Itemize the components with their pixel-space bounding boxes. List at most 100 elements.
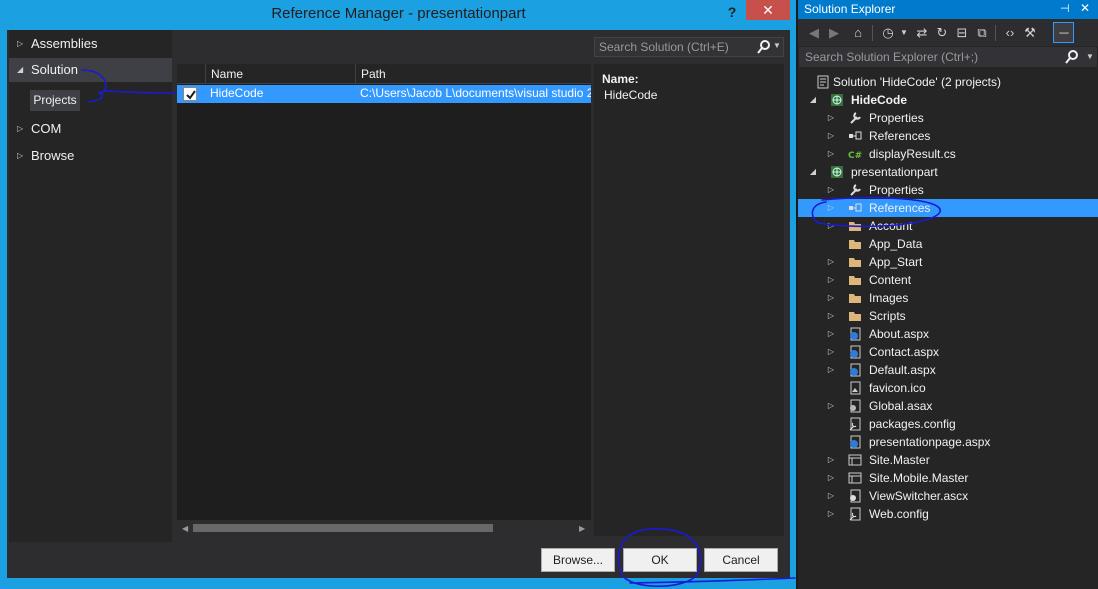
expand-arrow-icon[interactable]: ▷ — [826, 325, 836, 343]
tree-item[interactable]: ▷ Properties — [798, 181, 1098, 199]
tree-item[interactable]: Solution 'HideCode' (2 projects) — [798, 73, 1098, 91]
collapse-arrow-icon[interactable]: ◢ — [808, 163, 818, 181]
wrench-icon — [850, 112, 861, 124]
collapse-arrow-icon[interactable]: ◢ — [17, 58, 23, 82]
table-row[interactable]: HideCode C:\Users\Jacob L\documents\visu… — [177, 85, 591, 103]
expand-arrow-icon[interactable]: ▷ — [826, 361, 836, 379]
forward-icon[interactable]: ▶ — [826, 25, 842, 41]
browse-button[interactable]: Browse... — [541, 548, 615, 572]
tree-item-label: presentationpart — [851, 165, 938, 179]
name-column-header[interactable]: Name — [205, 64, 355, 84]
tree-item[interactable]: ◢ HideCode — [798, 91, 1098, 109]
tree-item[interactable]: ▷ Site.Master — [798, 451, 1098, 469]
tree-item[interactable]: ▷ Scripts — [798, 307, 1098, 325]
search-placeholder: Search Solution Explorer (Ctrl+;) — [805, 50, 979, 64]
tree-item[interactable]: ▷ Content — [798, 271, 1098, 289]
tree-item-label: Properties — [869, 111, 924, 125]
path-column-header[interactable]: Path — [355, 64, 591, 84]
expand-arrow-icon[interactable]: ▷ — [826, 289, 836, 307]
search-solution-input[interactable]: Search Solution (Ctrl+E) ▼ — [594, 37, 784, 57]
tree-item[interactable]: packages.config — [798, 415, 1098, 433]
tree-item[interactable]: presentationpage.aspx — [798, 433, 1098, 451]
search-icon[interactable] — [757, 39, 771, 55]
wrench-properties-icon[interactable]: ⚒ — [1022, 25, 1038, 41]
dialog-titlebar[interactable]: Reference Manager - presentationpart ? ✕ — [1, 0, 796, 30]
home-icon[interactable]: ⌂ — [850, 25, 866, 41]
tree-item[interactable]: ▷ Images — [798, 289, 1098, 307]
checkbox-column-header[interactable] — [177, 64, 205, 84]
nav-item-browse[interactable]: ▷ Browse — [9, 144, 172, 168]
help-button[interactable]: ? — [723, 4, 741, 24]
tree-item[interactable]: ▷ Contact.aspx — [798, 343, 1098, 361]
tree-item[interactable]: ▷ About.aspx — [798, 325, 1098, 343]
pin-icon[interactable]: ⊣ — [1060, 2, 1070, 15]
cancel-button[interactable]: Cancel — [704, 548, 778, 572]
expand-arrow-icon[interactable]: ▷ — [826, 343, 836, 361]
expand-arrow-icon[interactable]: ▷ — [826, 469, 836, 487]
search-icon[interactable] — [1065, 49, 1079, 65]
tree-item[interactable]: ▷ C# displayResult.cs — [798, 145, 1098, 163]
show-all-files-icon[interactable]: ⧉ — [974, 25, 990, 41]
tree-item[interactable]: ▷ ViewSwitcher.ascx — [798, 487, 1098, 505]
nav-item-solution[interactable]: ◢ Solution — [9, 58, 172, 82]
solution-explorer-titlebar[interactable]: Solution Explorer ⊣ ✕ — [798, 0, 1098, 19]
reference-checkbox[interactable] — [183, 87, 197, 101]
solution-explorer-search-input[interactable]: Search Solution Explorer (Ctrl+;) ▼ — [799, 47, 1097, 67]
web-project-icon — [831, 166, 843, 178]
tree-item[interactable]: App_Data — [798, 235, 1098, 253]
expand-arrow-icon[interactable]: ▷ — [826, 127, 836, 145]
tree-item-label: App_Data — [869, 237, 923, 251]
tree-item[interactable]: ▷ App_Start — [798, 253, 1098, 271]
back-icon[interactable]: ◀ — [806, 25, 822, 41]
close-button[interactable]: ✕ — [746, 0, 790, 20]
scrollbar-thumb[interactable] — [193, 524, 493, 532]
solution-tree: Solution 'HideCode' (2 projects) ◢ HideCod… — [798, 72, 1098, 589]
expand-arrow-icon[interactable]: ▷ — [17, 117, 23, 141]
expand-arrow-icon[interactable]: ▷ — [826, 307, 836, 325]
tree-item[interactable]: favicon.ico — [798, 379, 1098, 397]
expand-arrow-icon[interactable]: ▷ — [826, 253, 836, 271]
nav-subitem-projects[interactable]: Projects — [30, 90, 80, 111]
tree-item[interactable]: ▷ References — [798, 199, 1098, 217]
close-icon[interactable]: ✕ — [1080, 1, 1090, 15]
scroll-right-icon[interactable]: ▶ — [579, 524, 585, 533]
expand-arrow-icon[interactable]: ▷ — [826, 109, 836, 127]
collapse-arrow-icon[interactable]: ◢ — [808, 91, 818, 109]
nav-item-assemblies[interactable]: ▷ Assemblies — [9, 32, 172, 56]
tree-item[interactable]: ▷ References — [798, 127, 1098, 145]
tree-item-label: Site.Master — [869, 453, 930, 467]
refresh-icon[interactable]: ↻ — [934, 25, 950, 41]
expand-arrow-icon[interactable]: ▷ — [826, 145, 836, 163]
ok-button[interactable]: OK — [623, 548, 697, 572]
expand-arrow-icon[interactable]: ▷ — [826, 397, 836, 415]
search-dropdown-icon[interactable]: ▼ — [1086, 52, 1094, 61]
search-dropdown-icon[interactable]: ▼ — [773, 41, 781, 50]
expand-arrow-icon[interactable]: ▷ — [826, 451, 836, 469]
reference-manager-dialog: Reference Manager - presentationpart ? ✕… — [0, 0, 796, 589]
preview-selected-items-button[interactable]: ─ — [1053, 22, 1074, 43]
sync-icon[interactable]: ⇄ — [914, 25, 930, 41]
tree-item[interactable]: ▷ Web.config — [798, 505, 1098, 523]
tree-item-label: Content — [869, 273, 912, 287]
tree-item[interactable]: ◢ presentationpart — [798, 163, 1098, 181]
tree-item[interactable]: ▷ Site.Mobile.Master — [798, 469, 1098, 487]
filter-dropdown-icon[interactable]: ▼ — [896, 25, 912, 41]
collapse-all-icon[interactable]: ⊟ — [954, 25, 970, 41]
expand-arrow-icon[interactable]: ▷ — [826, 487, 836, 505]
expand-arrow-icon[interactable]: ▷ — [17, 32, 23, 56]
tree-item[interactable]: ▷ Account — [798, 217, 1098, 235]
expand-arrow-icon[interactable]: ▷ — [826, 505, 836, 523]
tree-item[interactable]: ▷ Properties — [798, 109, 1098, 127]
nav-item-com[interactable]: ▷ COM — [9, 117, 172, 141]
expand-arrow-icon[interactable]: ▷ — [17, 144, 23, 168]
tree-item[interactable]: ▷ Default.aspx — [798, 361, 1098, 379]
horizontal-scrollbar[interactable]: ◀ ▶ — [177, 520, 591, 536]
pending-changes-filter-icon[interactable]: ◷ — [880, 25, 896, 41]
scroll-left-icon[interactable]: ◀ — [182, 524, 188, 533]
expand-arrow-icon[interactable]: ▷ — [826, 181, 836, 199]
view-code-icon[interactable]: ‹› — [1002, 25, 1018, 41]
expand-arrow-icon[interactable]: ▷ — [826, 271, 836, 289]
expand-arrow-icon[interactable]: ▷ — [826, 199, 836, 217]
tree-item[interactable]: ▷ Global.asax — [798, 397, 1098, 415]
expand-arrow-icon[interactable]: ▷ — [826, 217, 836, 235]
